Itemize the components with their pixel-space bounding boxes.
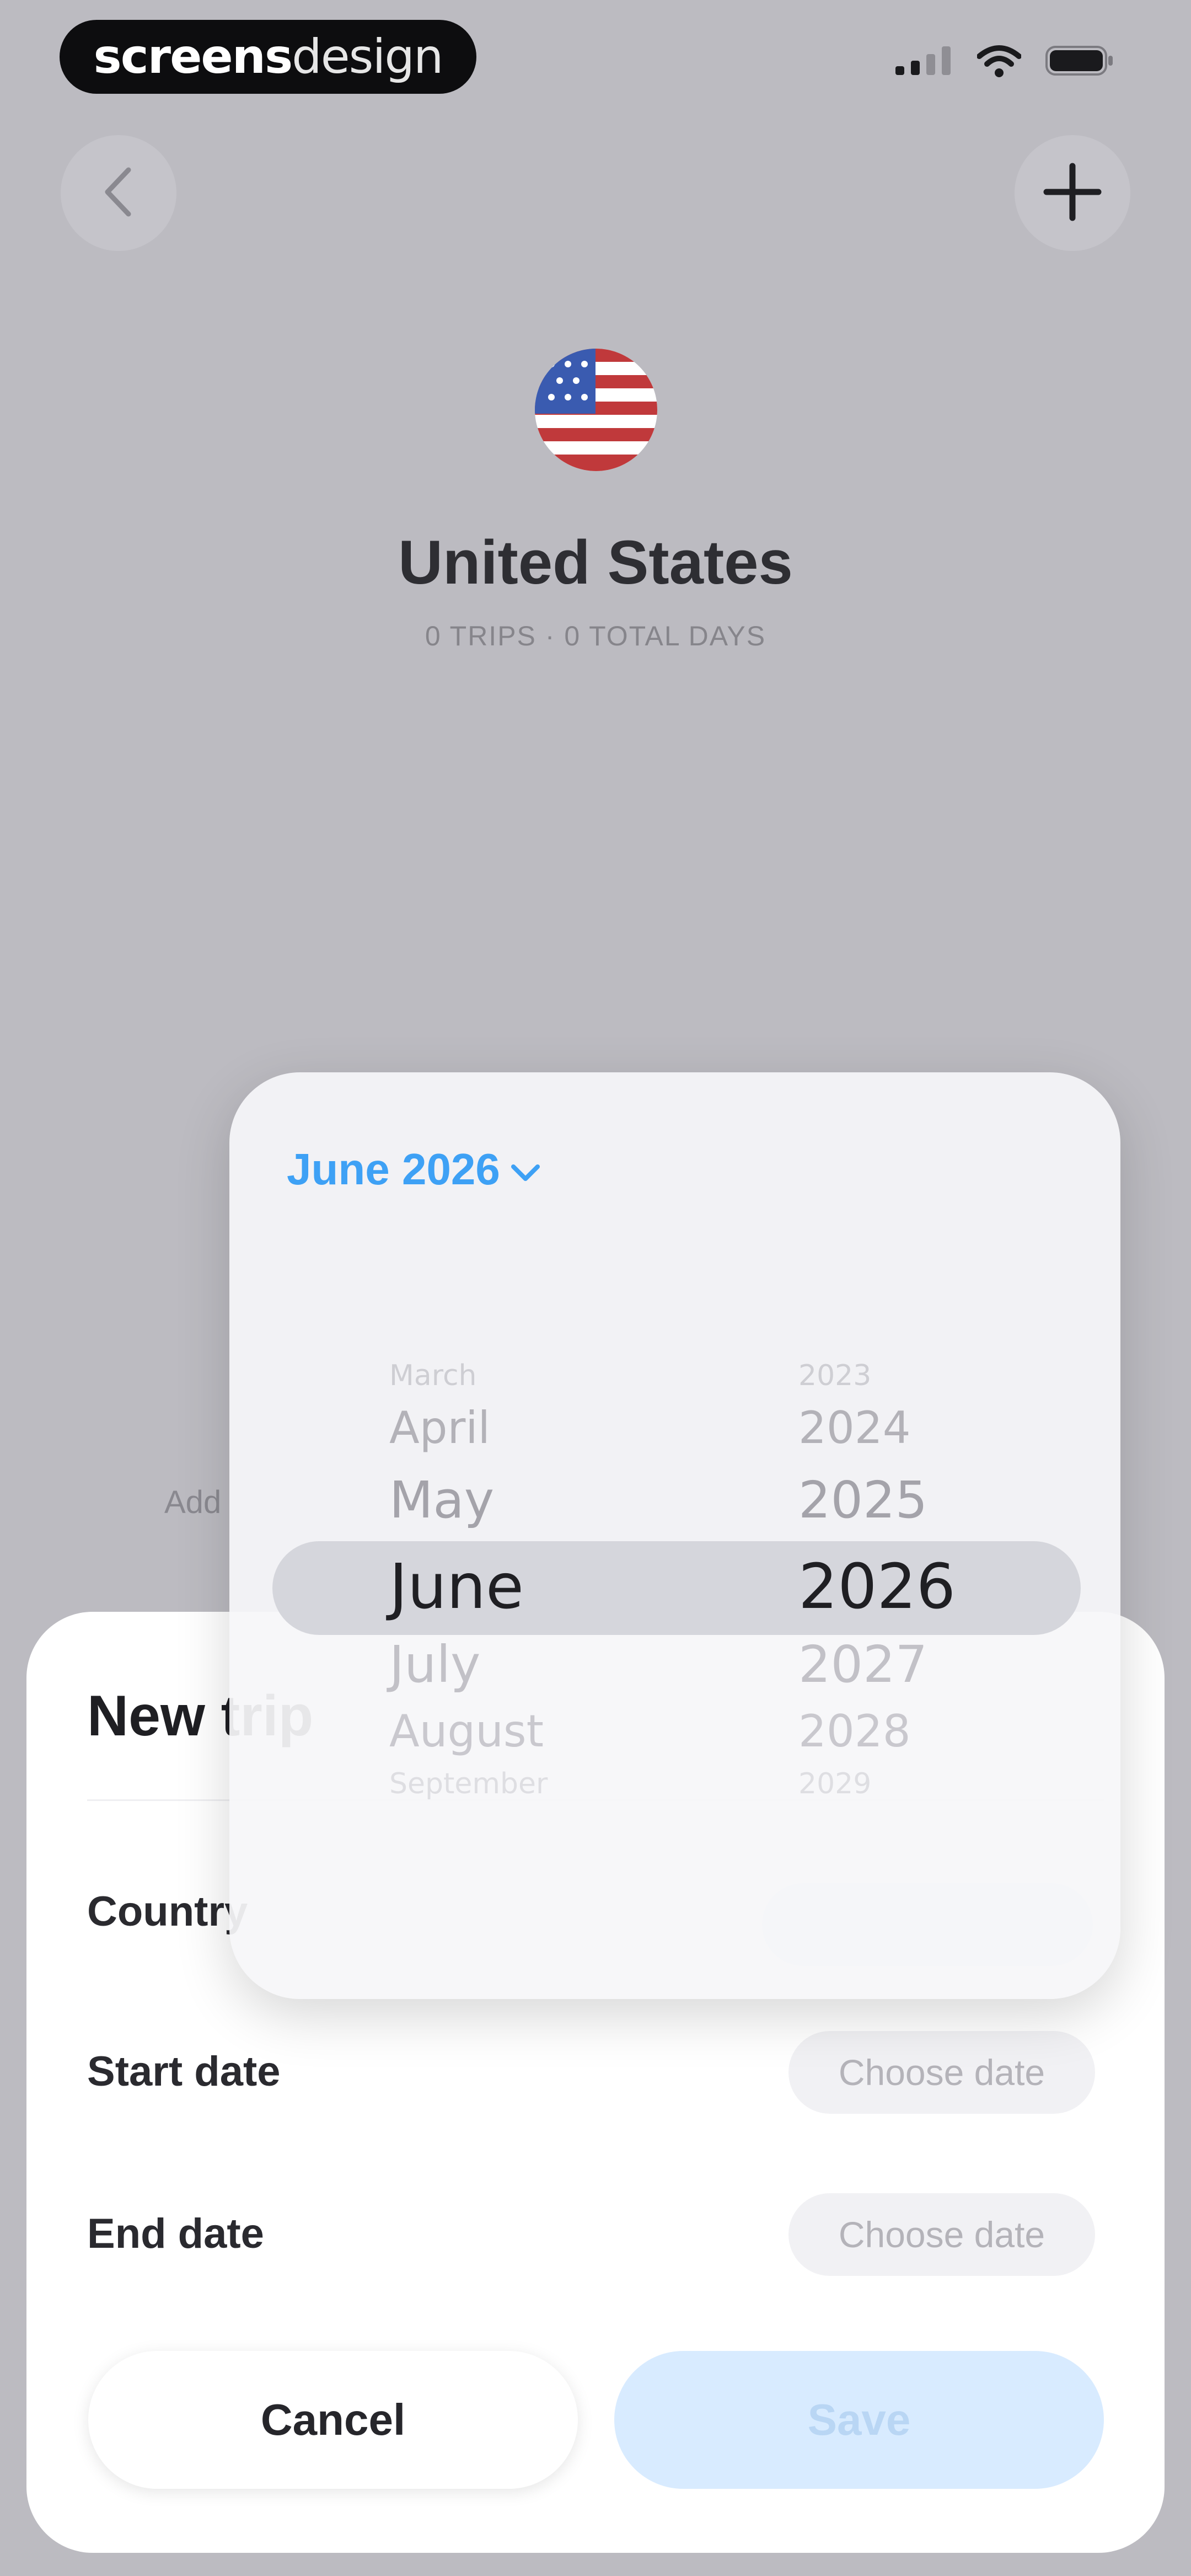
- status-icons: [895, 44, 1115, 80]
- month-option[interactable]: September: [389, 1767, 548, 1800]
- year-option[interactable]: 2023: [798, 1359, 871, 1392]
- year-option[interactable]: 2025: [798, 1471, 927, 1530]
- brand-part-2: design: [292, 29, 443, 84]
- month-year-picker: June 2026 March April May June July Augu…: [229, 1072, 1120, 1999]
- year-option[interactable]: 2027: [798, 1635, 927, 1694]
- country-stats: 0 TRIPS · 0 TOTAL DAYS: [425, 621, 766, 651]
- cancel-button[interactable]: Cancel: [88, 2351, 578, 2489]
- wifi-icon: [977, 44, 1022, 80]
- add-hint-text: Add: [164, 1484, 222, 1520]
- country-label: Country: [87, 1888, 248, 1935]
- month-option-selected[interactable]: June: [389, 1551, 524, 1623]
- picker-header-button[interactable]: June 2026: [287, 1144, 541, 1195]
- end-date-button[interactable]: Choose date: [788, 2193, 1095, 2276]
- add-trip-button[interactable]: [1015, 135, 1130, 251]
- chevron-down-icon: [510, 1144, 541, 1195]
- screen: screens design United States 0 TRIPS · 0…: [0, 0, 1191, 2576]
- picker-header-label: June 2026: [287, 1145, 500, 1194]
- us-flag-icon: [535, 349, 657, 471]
- year-option[interactable]: 2029: [798, 1767, 871, 1800]
- plus-icon: [1042, 162, 1103, 225]
- year-option[interactable]: 2028: [798, 1706, 911, 1757]
- brand-part-1: screens: [93, 29, 293, 84]
- signal-icon: [895, 46, 953, 78]
- save-button[interactable]: Save: [614, 2351, 1104, 2489]
- start-date-label: Start date: [87, 2048, 281, 2095]
- month-option[interactable]: May: [389, 1471, 494, 1530]
- country-title: United States: [398, 528, 793, 597]
- start-date-button[interactable]: Choose date: [788, 2031, 1095, 2114]
- month-option[interactable]: March: [389, 1359, 477, 1392]
- screensdesign-watermark: screens design: [60, 20, 476, 94]
- year-option-selected[interactable]: 2026: [798, 1551, 956, 1623]
- month-option[interactable]: August: [389, 1706, 544, 1757]
- battery-icon: [1045, 45, 1115, 79]
- chevron-left-icon: [96, 164, 141, 222]
- back-button[interactable]: [61, 135, 176, 251]
- end-date-label: End date: [87, 2210, 264, 2257]
- year-option[interactable]: 2024: [798, 1402, 911, 1453]
- month-option[interactable]: July: [389, 1635, 480, 1694]
- month-option[interactable]: April: [389, 1402, 490, 1453]
